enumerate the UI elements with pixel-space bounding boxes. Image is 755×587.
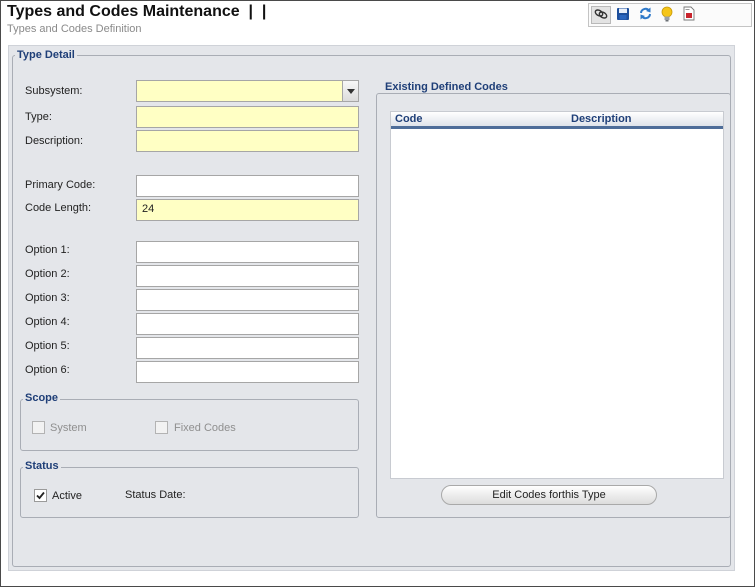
fixed-codes-label: Fixed Codes	[174, 422, 236, 434]
option-5-input[interactable]	[136, 337, 359, 359]
report-button[interactable]	[679, 6, 699, 24]
option-2-label: Option 2:	[25, 268, 70, 280]
option-3-input[interactable]	[136, 289, 359, 311]
link-button[interactable]	[591, 6, 611, 24]
type-input[interactable]	[136, 106, 359, 128]
status-heading: Status	[23, 460, 61, 472]
option-5-label: Option 5:	[25, 340, 70, 352]
tips-button[interactable]	[657, 6, 677, 24]
option-3-label: Option 3:	[25, 292, 70, 304]
chevron-down-icon	[346, 85, 355, 97]
refresh-icon	[638, 6, 653, 24]
active-checkbox[interactable]	[34, 489, 47, 502]
description-input[interactable]	[136, 130, 359, 152]
fixed-codes-checkbox[interactable]	[155, 421, 168, 434]
existing-codes-heading: Existing Defined Codes	[383, 81, 510, 93]
system-checkbox[interactable]	[32, 421, 45, 434]
codes-grid[interactable]: Code Description	[390, 111, 724, 479]
type-detail-heading: Type Detail	[15, 49, 77, 61]
active-label: Active	[52, 490, 82, 502]
save-icon	[616, 7, 630, 24]
option-4-label: Option 4:	[25, 316, 70, 328]
code-length-label: Code Length:	[25, 202, 92, 214]
link-icon	[594, 8, 608, 23]
code-length-input[interactable]: 24	[136, 199, 359, 221]
report-icon	[683, 6, 696, 24]
page-subtitle: Types and Codes Definition	[7, 23, 142, 35]
column-header-description[interactable]: Description	[571, 113, 632, 125]
subsystem-label: Subsystem:	[25, 85, 83, 97]
option-4-input[interactable]	[136, 313, 359, 335]
subsystem-select[interactable]	[136, 80, 359, 102]
refresh-button[interactable]	[635, 6, 655, 24]
option-1-label: Option 1:	[25, 244, 70, 256]
option-2-input[interactable]	[136, 265, 359, 287]
dropdown-arrow[interactable]	[342, 81, 358, 101]
primary-code-input[interactable]	[136, 175, 359, 197]
lightbulb-icon	[660, 6, 674, 25]
type-label: Type:	[25, 111, 52, 123]
scope-heading: Scope	[23, 392, 61, 404]
save-button[interactable]	[613, 6, 633, 24]
grid-header: Code Description	[391, 112, 723, 129]
code-length-value: 24	[142, 203, 155, 215]
primary-code-label: Primary Code:	[25, 179, 96, 191]
option-1-input[interactable]	[136, 241, 359, 263]
edit-codes-button[interactable]: Edit Codes forthis Type	[441, 485, 657, 505]
column-header-code[interactable]: Code	[395, 113, 423, 125]
description-label: Description:	[25, 135, 84, 147]
app-window: Types and Codes Maintenance | | Types an…	[0, 0, 755, 587]
system-label: System	[50, 422, 87, 434]
status-date-label: Status Date:	[125, 489, 186, 501]
option-6-input[interactable]	[136, 361, 359, 383]
toolbar	[588, 3, 752, 27]
page-title: Types and Codes Maintenance | |	[7, 3, 267, 20]
option-6-label: Option 6:	[25, 364, 70, 376]
